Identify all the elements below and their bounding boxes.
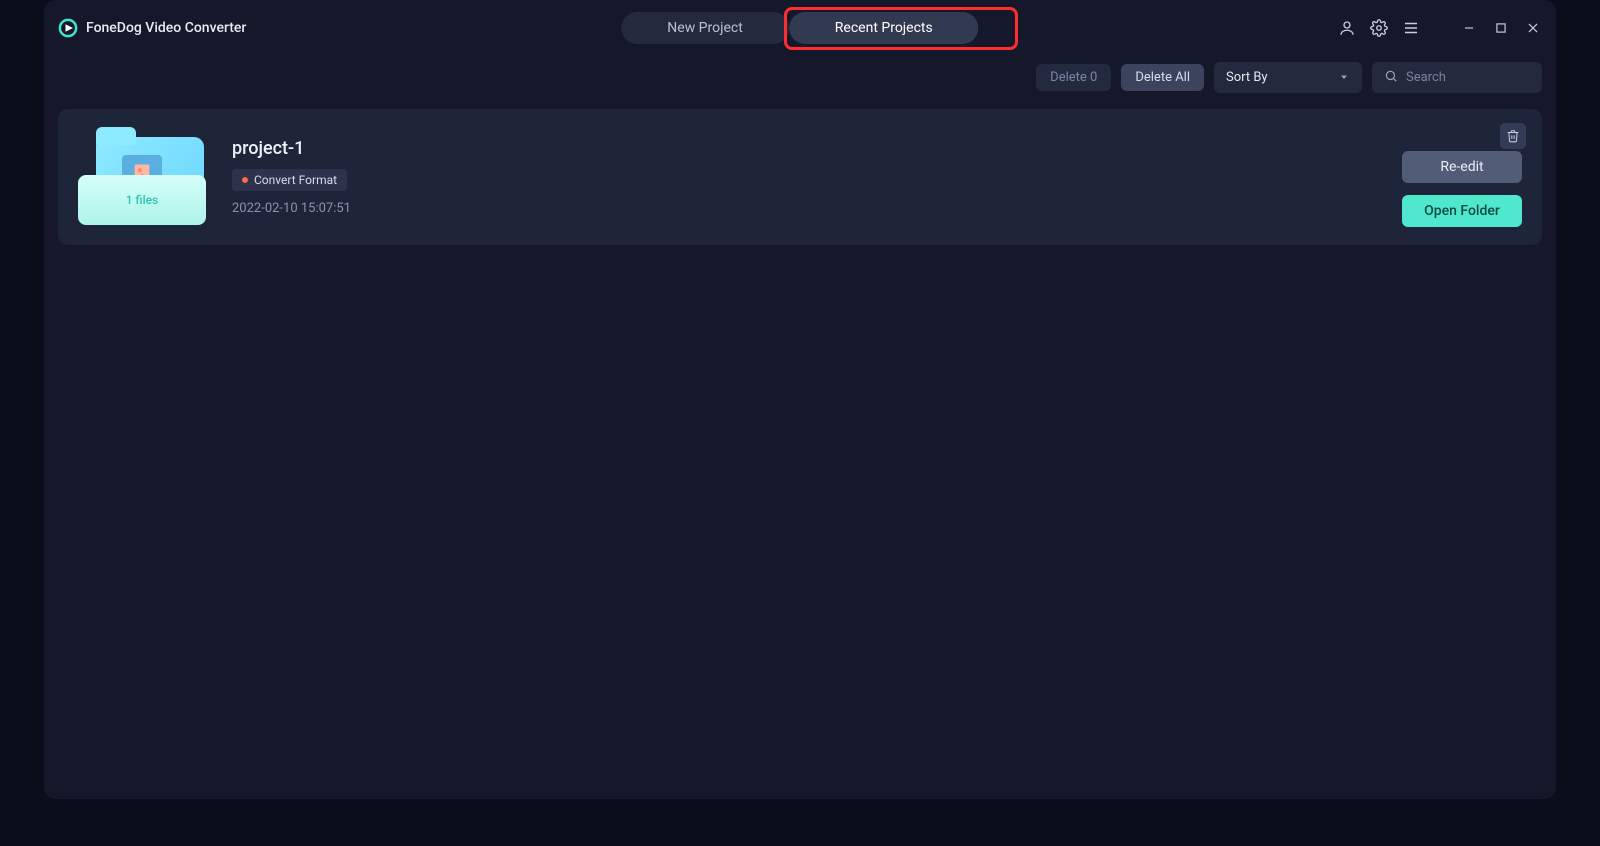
open-folder-button[interactable]: Open Folder <box>1402 195 1522 227</box>
sort-label: Sort By <box>1226 70 1268 85</box>
badge-dot-icon <box>242 177 248 183</box>
search-input[interactable] <box>1406 70 1530 85</box>
search-icon <box>1384 68 1398 87</box>
app-window: FoneDog Video Converter New Project Rece… <box>44 0 1556 799</box>
project-card: 1 files project-1 Convert Format 2022-02… <box>58 109 1542 245</box>
delete-project-button[interactable] <box>1500 123 1526 149</box>
account-icon[interactable] <box>1338 19 1356 37</box>
tab-new-project[interactable]: New Project <box>621 12 789 44</box>
file-count-label: 1 files <box>126 193 158 207</box>
app-logo-group: FoneDog Video Converter <box>58 18 246 38</box>
minimize-button[interactable] <box>1460 19 1478 37</box>
project-info: project-1 Convert Format 2022-02-10 15:0… <box>232 138 351 216</box>
app-logo-icon <box>58 18 78 38</box>
menu-icon[interactable] <box>1402 19 1420 37</box>
project-type-badge: Convert Format <box>232 169 347 191</box>
list-toolbar: Delete 0 Delete All Sort By <box>44 59 1556 95</box>
chevron-down-icon <box>1338 68 1350 87</box>
tab-recent-projects[interactable]: Recent Projects <box>789 12 979 44</box>
title-bar: FoneDog Video Converter New Project Rece… <box>44 0 1556 55</box>
close-button[interactable] <box>1524 19 1542 37</box>
app-title: FoneDog Video Converter <box>86 20 246 36</box>
projects-list: 1 files project-1 Convert Format 2022-02… <box>44 95 1556 799</box>
folder-front-icon: 1 files <box>78 175 206 225</box>
project-timestamp: 2022-02-10 15:07:51 <box>232 201 351 216</box>
delete-selected-button[interactable]: Delete 0 <box>1036 64 1111 91</box>
main-tabs: New Project Recent Projects <box>621 12 978 44</box>
reedit-button[interactable]: Re-edit <box>1402 151 1522 183</box>
sort-dropdown[interactable]: Sort By <box>1214 62 1362 93</box>
project-thumbnail: 1 files <box>78 129 208 225</box>
window-controls-group <box>1338 19 1542 37</box>
search-box[interactable] <box>1372 62 1542 93</box>
settings-icon[interactable] <box>1370 19 1388 37</box>
maximize-button[interactable] <box>1492 19 1510 37</box>
project-name: project-1 <box>232 138 351 159</box>
delete-all-button[interactable]: Delete All <box>1121 64 1204 91</box>
badge-label: Convert Format <box>254 173 337 187</box>
